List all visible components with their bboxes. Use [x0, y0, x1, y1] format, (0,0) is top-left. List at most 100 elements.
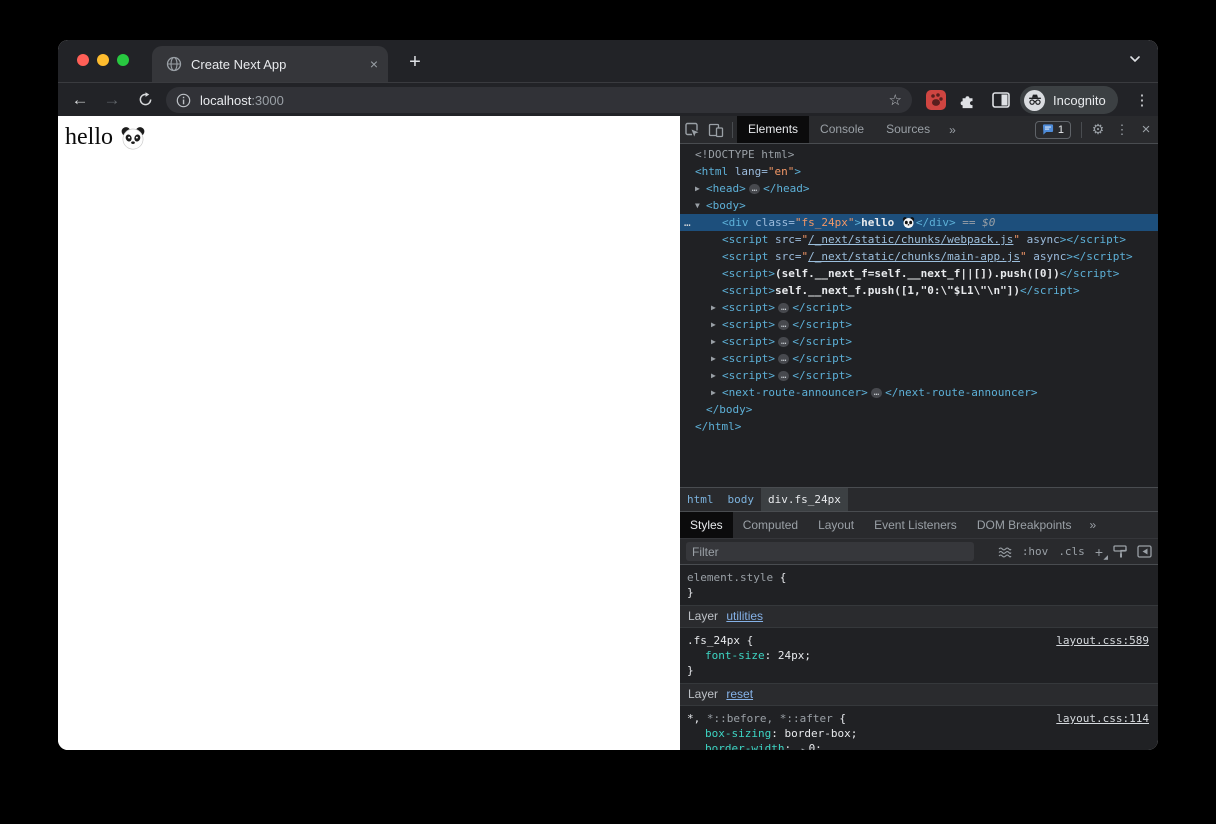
dom-tree-row[interactable]: ▶<script>…</script>	[680, 367, 1158, 384]
devtools-menu-kebab-icon[interactable]: ⋮	[1110, 116, 1134, 143]
css-selector-line[interactable]: element.style {	[687, 570, 1150, 585]
forward-button[interactable]: →	[99, 83, 125, 116]
incognito-badge[interactable]: Incognito	[1020, 86, 1118, 114]
styles-tab-dom-breakpoints[interactable]: DOM Breakpoints	[967, 512, 1082, 538]
tab-search-chevron-icon[interactable]	[1128, 52, 1142, 66]
css-selector-line[interactable]: .fs_24px {layout.css:589	[687, 633, 1150, 648]
code-segment: </head>	[763, 182, 809, 195]
device-toolbar-icon[interactable]	[704, 116, 728, 143]
dom-tree-row[interactable]: ▶<next-route-announcer>…</next-route-ann…	[680, 384, 1158, 401]
styles-tab-styles[interactable]: Styles	[680, 512, 733, 538]
expand-arrow-icon[interactable]: ▶	[711, 299, 716, 316]
expand-arrow-icon[interactable]: ▶	[711, 350, 716, 367]
toggle-element-state-button[interactable]: :hov	[1022, 545, 1049, 558]
dom-tree-row[interactable]: <script>(self.__next_f=self.__next_f||[]…	[680, 265, 1158, 282]
collapse-arrow-icon[interactable]: ▼	[695, 197, 700, 214]
devtools-tab-console[interactable]: Console	[809, 116, 875, 143]
extension-red-icon[interactable]	[926, 90, 946, 110]
dom-tree-row[interactable]: ▶<script>…</script>	[680, 333, 1158, 350]
window-zoom-button[interactable]	[117, 54, 129, 66]
dom-tree-row[interactable]: </html>	[680, 418, 1158, 435]
collapsed-content-ellipsis[interactable]: …	[778, 354, 789, 364]
breadcrumb-item-div-fs-24px[interactable]: div.fs_24px	[761, 488, 848, 511]
collapsed-content-ellipsis[interactable]: …	[778, 337, 789, 347]
tab-close-icon[interactable]: ×	[370, 57, 378, 71]
expand-arrow-icon[interactable]: ▶	[711, 367, 716, 384]
collapsed-content-ellipsis[interactable]: …	[871, 388, 882, 398]
dom-tree-row[interactable]: <script src="/_next/static/chunks/webpac…	[680, 231, 1158, 248]
code-segment: <html	[695, 165, 735, 178]
expand-arrow-icon[interactable]: ▶	[711, 384, 716, 401]
extensions-puzzle-icon[interactable]	[958, 90, 978, 110]
expand-shorthand-icon[interactable]: ▸	[801, 745, 806, 750]
css-property-line[interactable]: border-width: ▸0;	[687, 741, 1150, 750]
panda-emoji-icon	[901, 216, 916, 229]
window-close-button[interactable]	[77, 54, 89, 66]
dom-tree-row[interactable]: <!DOCTYPE html>	[680, 146, 1158, 163]
window-minimize-button[interactable]	[97, 54, 109, 66]
inspect-element-icon[interactable]	[680, 116, 704, 143]
breadcrumb-item-html[interactable]: html	[680, 488, 721, 511]
styles-tab-computed[interactable]: Computed	[733, 512, 808, 538]
layer-link-reset[interactable]: reset	[726, 687, 753, 701]
back-button[interactable]: ←	[67, 83, 93, 116]
stylesheet-source-link[interactable]: layout.css:589	[1056, 633, 1149, 648]
dom-tree-row[interactable]: ▶<script>…</script>	[680, 299, 1158, 316]
collapsed-content-ellipsis[interactable]: …	[778, 371, 789, 381]
code-segment: "fs_24px"	[795, 216, 855, 229]
computed-sidebar-toggle-icon[interactable]	[1137, 545, 1152, 558]
styles-filter-input[interactable]	[686, 542, 974, 561]
styles-tab-event-listeners[interactable]: Event Listeners	[864, 512, 967, 538]
browser-tab[interactable]: Create Next App ×	[152, 46, 388, 82]
issues-count: 1	[1058, 124, 1064, 136]
more-styles-tabs-icon[interactable]: »	[1082, 518, 1105, 532]
site-info-icon[interactable]	[176, 93, 191, 108]
collapsed-content-ellipsis[interactable]: …	[749, 184, 760, 194]
bookmark-star-icon[interactable]: ☆	[889, 91, 902, 109]
expand-arrow-icon[interactable]: ▶	[711, 333, 716, 350]
dom-tree-row[interactable]: <html lang="en">	[680, 163, 1158, 180]
new-tab-button[interactable]: +	[402, 49, 428, 75]
code-segment: <script>	[722, 352, 775, 365]
css-colon: :	[784, 742, 797, 750]
devtools-settings-gear-icon[interactable]: ⚙	[1086, 116, 1110, 143]
stylesheet-source-link[interactable]: layout.css:114	[1056, 711, 1149, 726]
reload-button[interactable]	[132, 83, 158, 116]
issues-counter[interactable]: 1	[1035, 121, 1071, 139]
dom-tree-row[interactable]: ▶<script>…</script>	[680, 350, 1158, 367]
css-selector-line[interactable]: *, *::before, *::after {layout.css:114	[687, 711, 1150, 726]
element-classes-button[interactable]: .cls	[1058, 545, 1085, 558]
devtools-tab-elements[interactable]: Elements	[737, 116, 809, 143]
devtools-close-icon[interactable]: ×	[1134, 116, 1158, 143]
css-property-line[interactable]: box-sizing: border-box;	[687, 726, 1150, 741]
collapsed-content-ellipsis[interactable]: …	[778, 320, 789, 330]
selector-text: *,	[687, 712, 700, 725]
collapsed-content-ellipsis[interactable]: …	[778, 303, 789, 313]
new-style-rule-button[interactable]: +◢	[1095, 544, 1103, 560]
code-segment: <script	[722, 250, 775, 263]
dom-tree-row[interactable]: ▼<body>	[680, 197, 1158, 214]
elements-dom-tree: <!DOCTYPE html><html lang="en">▶<head>…<…	[680, 144, 1158, 487]
dom-tree-row[interactable]: </body>	[680, 401, 1158, 418]
dom-tree-row[interactable]: <script>self.__next_f.push([1,"0:\"$L1\"…	[680, 282, 1158, 299]
css-property-line[interactable]: font-size: 24px;	[687, 648, 1150, 663]
dom-tree-row[interactable]: <script src="/_next/static/chunks/main-a…	[680, 248, 1158, 265]
dom-tree-row[interactable]: ▶<script>…</script>	[680, 316, 1158, 333]
code-segment: </div>	[916, 216, 956, 229]
layer-link-utilities[interactable]: utilities	[726, 609, 763, 623]
dom-tree-row[interactable]: …<div class="fs_24px">hello </div> == $0	[680, 214, 1158, 231]
code-segment: "	[1020, 250, 1027, 263]
font-editor-icon[interactable]	[1113, 545, 1127, 558]
browser-menu-kebab-icon[interactable]: ⋮	[1131, 88, 1153, 112]
more-panels-icon[interactable]: »	[941, 123, 964, 137]
devtools-tab-sources[interactable]: Sources	[875, 116, 941, 143]
expand-arrow-icon[interactable]: ▶	[711, 316, 716, 333]
styles-tab-layout[interactable]: Layout	[808, 512, 864, 538]
breadcrumb-item-body[interactable]: body	[721, 488, 762, 511]
row-overflow-dots[interactable]: …	[684, 214, 691, 231]
address-bar[interactable]: localhost:3000 ☆	[166, 87, 912, 113]
dom-tree-row[interactable]: ▶<head>…</head>	[680, 180, 1158, 197]
side-panel-icon[interactable]	[991, 90, 1011, 110]
style-layers-icon[interactable]	[998, 546, 1012, 558]
expand-arrow-icon[interactable]: ▶	[695, 180, 700, 197]
